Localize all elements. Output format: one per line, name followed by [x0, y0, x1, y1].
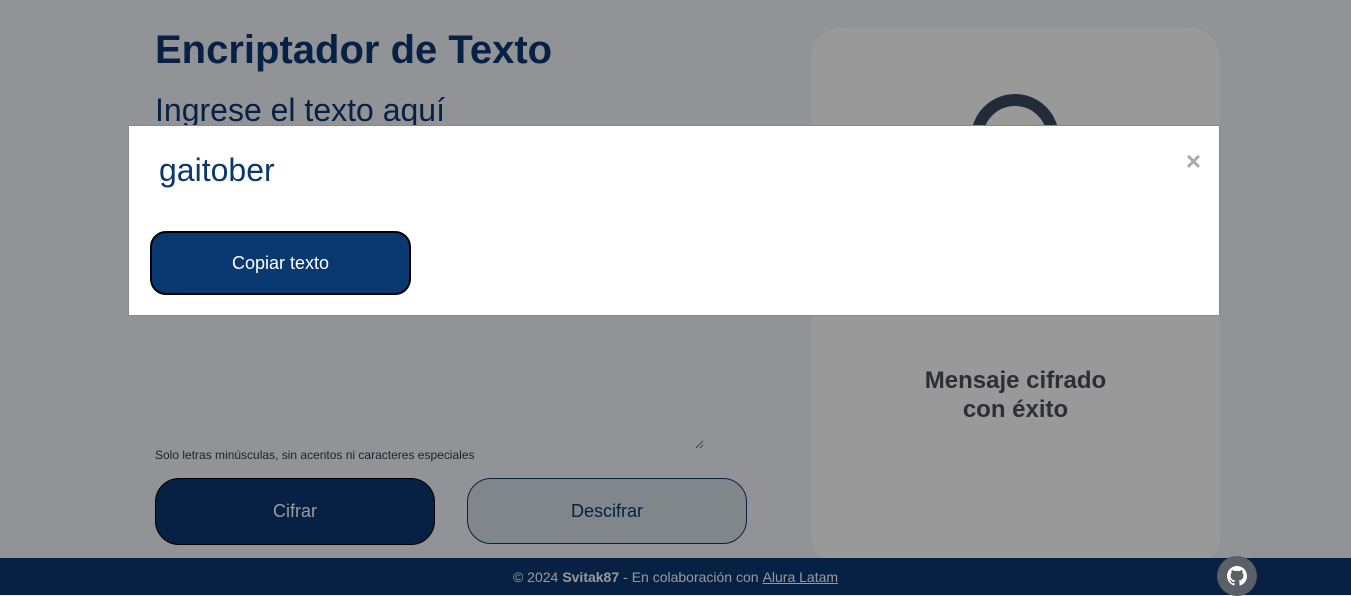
modal-result-text: gaitober: [159, 152, 275, 188]
result-modal: gaitober × Copiar texto: [128, 125, 1220, 316]
copy-button[interactable]: Copiar texto: [150, 231, 411, 295]
github-button[interactable]: [1217, 556, 1257, 596]
github-icon: [1227, 566, 1247, 586]
close-icon[interactable]: ×: [1186, 148, 1201, 174]
